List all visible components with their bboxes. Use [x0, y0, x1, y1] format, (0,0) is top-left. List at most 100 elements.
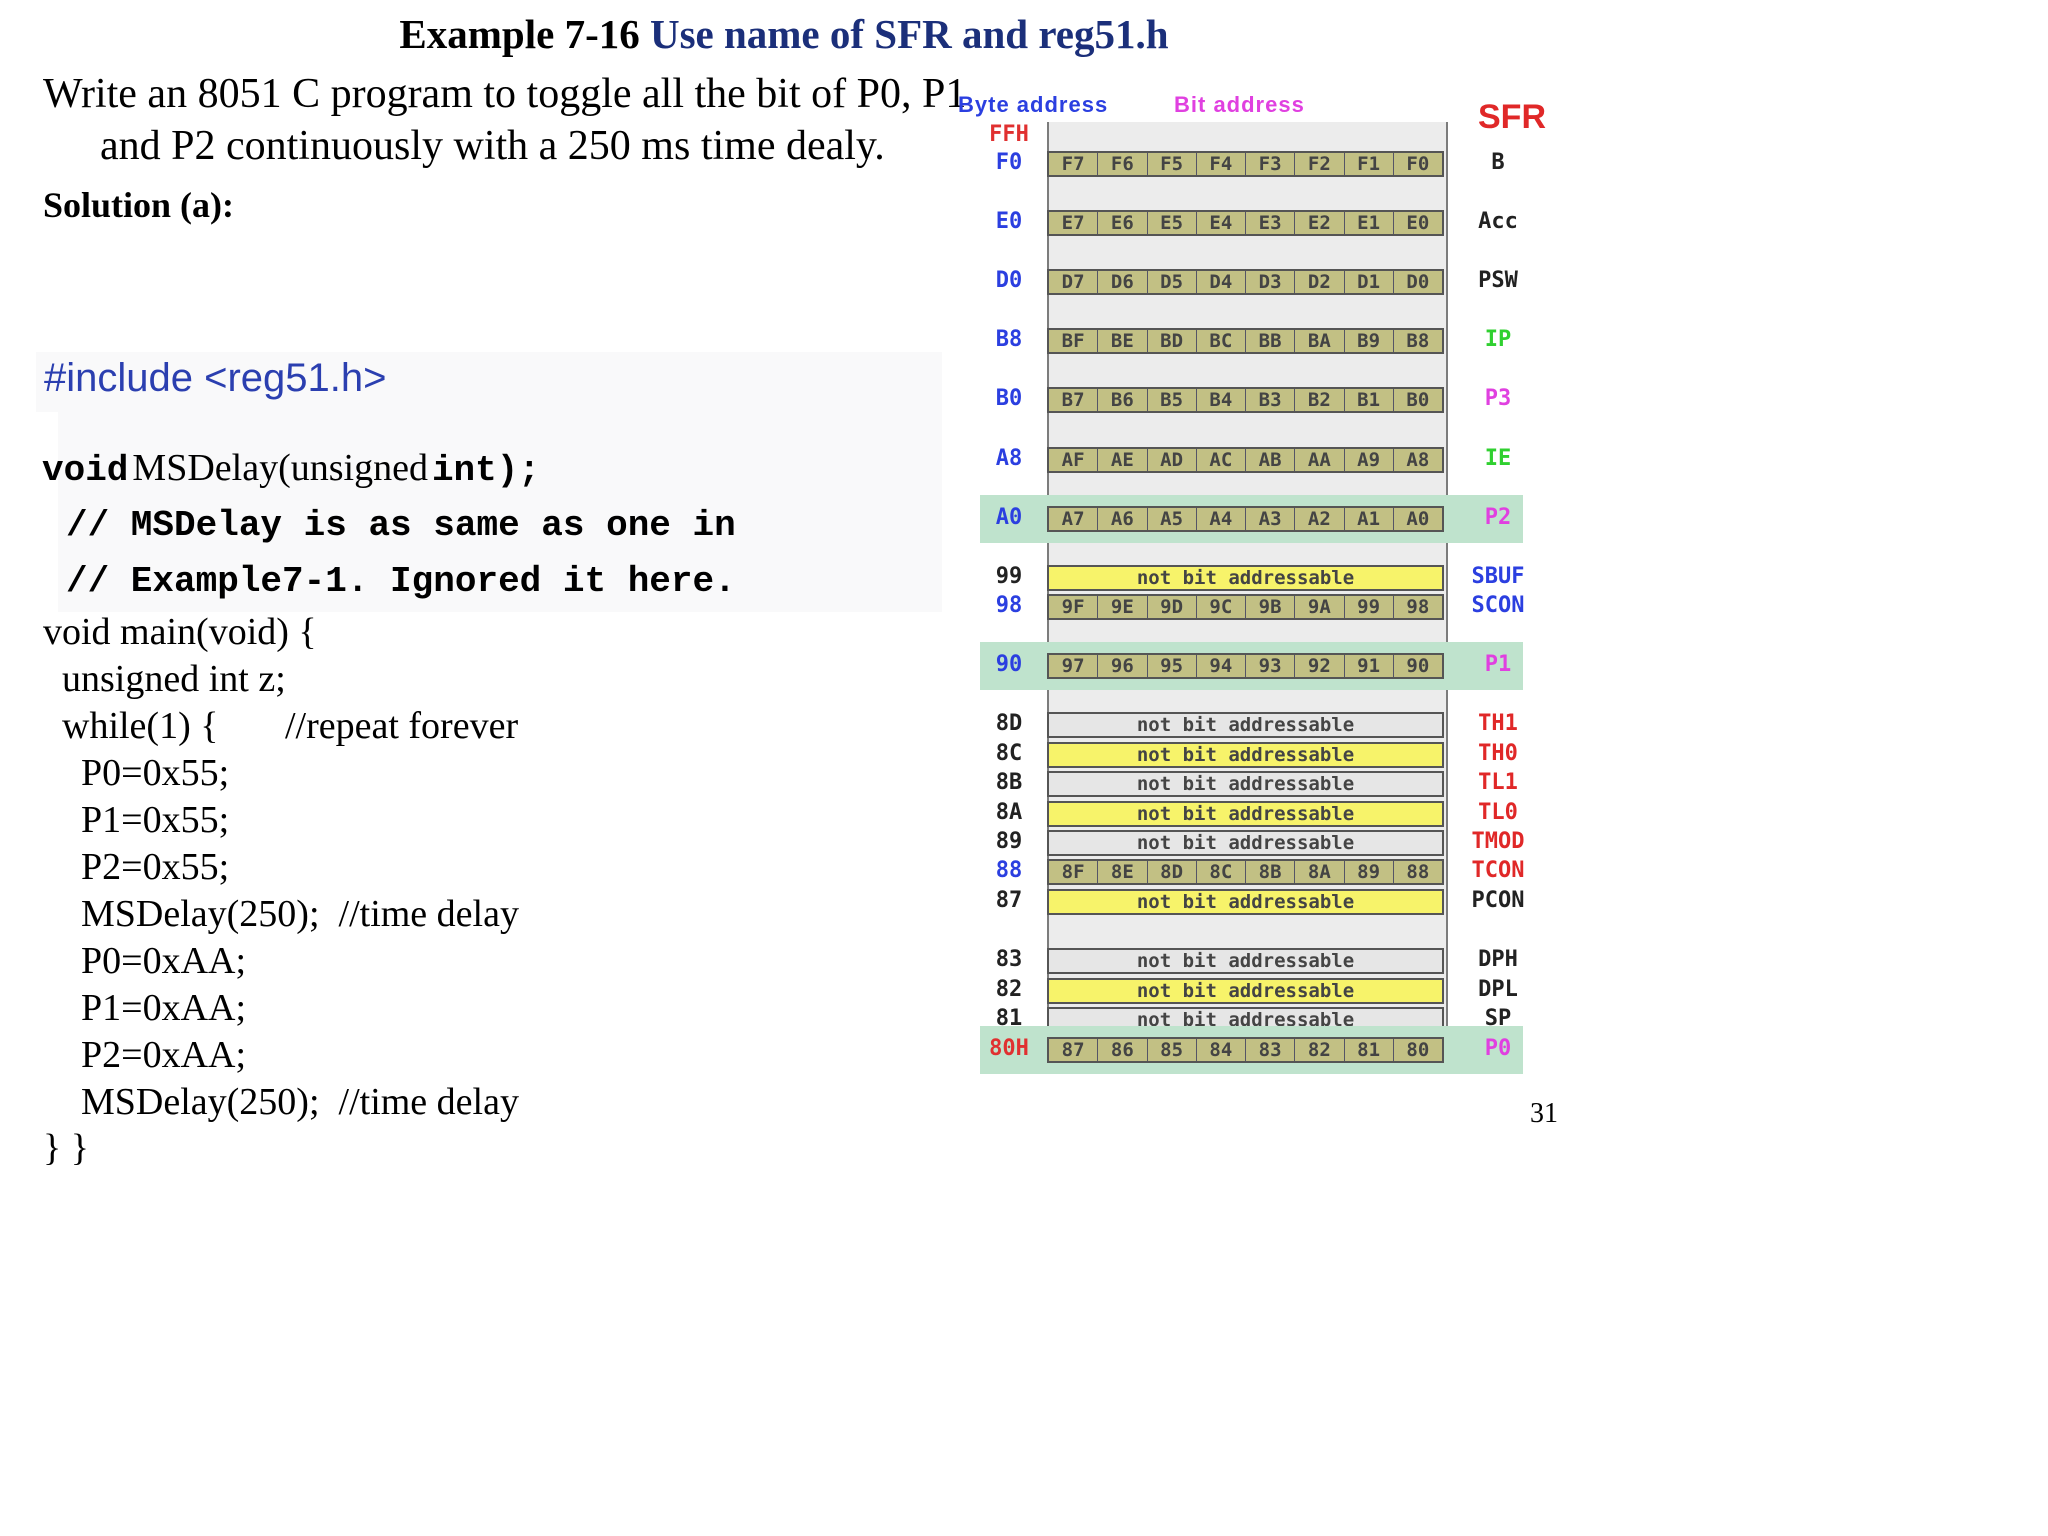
bit-address-cell: B1	[1345, 389, 1394, 411]
byte-address-header: Byte address	[958, 92, 1109, 117]
sfr-name-label: P1	[1484, 652, 1512, 677]
sfr-name-label: TL1	[1478, 770, 1518, 795]
bit-address-cell: B7	[1049, 389, 1099, 411]
bit-address-cell: BE	[1098, 330, 1148, 352]
byte-address-label: 89	[995, 829, 1023, 854]
bit-address-cell: E2	[1295, 212, 1345, 234]
bit-address-cell: E5	[1148, 212, 1197, 234]
byte-address-label: 99	[995, 564, 1023, 589]
bit-address-cell: 86	[1098, 1039, 1148, 1061]
bit-address-cell: B5	[1148, 389, 1197, 411]
bit-address-row: 87 86 85 84 83 82 81 80	[1047, 1037, 1444, 1063]
comment-line-1: // MSDelay is as same as one in	[66, 505, 736, 546]
bit-address-cell: E0	[1406, 212, 1430, 234]
sfr-name-label: DPL	[1478, 977, 1518, 1002]
title-accent: Use name of SFR and reg51.h	[649, 11, 1169, 57]
bit-address-cell: 84	[1197, 1039, 1246, 1061]
bit-address-cell: 82	[1295, 1039, 1345, 1061]
comment-line-2: // Example7-1. Ignored it here.	[66, 561, 736, 602]
not-bit-addressable-row: not bit addressable	[1047, 742, 1444, 768]
byte-address-label: 90	[995, 652, 1023, 677]
bit-address-cell: AD	[1148, 449, 1197, 471]
bit-address-cell: A2	[1295, 508, 1345, 530]
bit-address-cell: 8C	[1197, 861, 1246, 883]
not-bit-addressable-row: not bit addressable	[1047, 565, 1444, 591]
include-line: #include <reg51.h>	[44, 356, 387, 400]
bit-address-cell: E3	[1246, 212, 1296, 234]
code-line: P1=0x55;	[81, 799, 230, 841]
sfr-name-label: TH1	[1478, 711, 1518, 736]
not-bit-addressable-row: not bit addressable	[1047, 712, 1444, 738]
bit-address-cell: A9	[1345, 449, 1394, 471]
bit-address-row: AF AE AD AC AB AA A9 A8	[1047, 447, 1444, 473]
bit-address-cell: 8B	[1246, 861, 1296, 883]
sfr-name-label: SCON	[1471, 593, 1525, 618]
bit-address-row: 97 96 95 94 93 92 91 90	[1047, 653, 1444, 679]
bit-address-cell: 89	[1345, 861, 1394, 883]
bit-address-cell: E6	[1098, 212, 1148, 234]
bit-address-cell: E1	[1345, 212, 1394, 234]
sfr-header: SFR	[1478, 98, 1546, 136]
bit-address-cell: 81	[1345, 1039, 1394, 1061]
bit-address-cell: 95	[1148, 655, 1197, 677]
code-line: while(1) { //repeat forever	[62, 705, 519, 747]
byte-address-label: 8A	[995, 800, 1023, 825]
top-address: FFH	[989, 122, 1029, 147]
bit-address-cell: D7	[1049, 271, 1099, 293]
bit-address-cell: F5	[1148, 153, 1197, 175]
bit-address-row: B7 B6 B5 B4 B3 B2 B1 B0	[1047, 387, 1444, 413]
not-bit-addressable-row: not bit addressable	[1047, 889, 1444, 915]
bit-address-header: Bit address	[1174, 92, 1305, 117]
bit-address-cell: F3	[1246, 153, 1296, 175]
bit-address-cell: A6	[1098, 508, 1148, 530]
bit-address-cell: 8E	[1098, 861, 1148, 883]
bit-address-cell: 92	[1295, 655, 1345, 677]
sfr-name-label: TCON	[1471, 858, 1525, 883]
bit-address-cell: BA	[1295, 330, 1345, 352]
bit-address-cell: 9F	[1049, 596, 1099, 618]
code-line: P0=0xAA;	[81, 940, 247, 982]
sfr-name-label: TMOD	[1471, 829, 1525, 854]
bit-address-cell: 8D	[1148, 861, 1197, 883]
bit-address-cell: B6	[1098, 389, 1148, 411]
bit-address-cell: 96	[1098, 655, 1148, 677]
bit-address-cell: BB	[1246, 330, 1296, 352]
bit-address-cell: 94	[1197, 655, 1246, 677]
sfr-name-label: PCON	[1471, 888, 1525, 913]
bit-address-cell: 83	[1246, 1039, 1296, 1061]
bit-address-cell: 85	[1148, 1039, 1197, 1061]
byte-address-label: B0	[995, 386, 1023, 411]
bit-address-cell: BC	[1197, 330, 1246, 352]
sfr-name-label: SBUF	[1471, 564, 1525, 589]
bit-address-cell: A7	[1049, 508, 1099, 530]
not-bit-addressable-row: not bit addressable	[1047, 801, 1444, 827]
title-prefix: Example 7-16	[399, 11, 640, 57]
bit-address-cell: A8	[1406, 449, 1430, 471]
prototype-name: MSDelay(unsigned	[132, 447, 428, 489]
bit-address-cell: AA	[1295, 449, 1345, 471]
byte-address-label: E0	[995, 209, 1023, 234]
bit-address-cell: A0	[1406, 508, 1430, 530]
bit-address-cell: 91	[1345, 655, 1394, 677]
solution-label: Solution (a):	[43, 185, 235, 225]
bit-address-cell: D2	[1295, 271, 1345, 293]
code-line: MSDelay(250); //time delay	[81, 1081, 519, 1123]
slide-title: Example 7-16 Use name of SFR and reg51.h	[0, 10, 1568, 58]
bit-address-cell: E7	[1049, 212, 1099, 234]
bit-address-cell: 9A	[1295, 596, 1345, 618]
bit-address-cell: BD	[1148, 330, 1197, 352]
sfr-name-label: P2	[1484, 505, 1512, 530]
problem-line-2: and P2 continuously with a 250 ms time d…	[100, 123, 885, 169]
bit-address-cell: AE	[1098, 449, 1148, 471]
bit-address-cell: F6	[1098, 153, 1148, 175]
sfr-name-label: PSW	[1478, 268, 1518, 293]
bit-address-cell: 88	[1406, 861, 1430, 883]
bit-address-cell: D3	[1246, 271, 1296, 293]
sfr-name-label: IP	[1484, 327, 1512, 352]
code-line: unsigned int z;	[62, 658, 286, 700]
byte-address-label: 8D	[995, 711, 1023, 736]
page-number: 31	[1530, 1098, 1558, 1129]
bit-address-cell: 9D	[1148, 596, 1197, 618]
bit-address-cell: B4	[1197, 389, 1246, 411]
bit-address-cell: 97	[1049, 655, 1099, 677]
